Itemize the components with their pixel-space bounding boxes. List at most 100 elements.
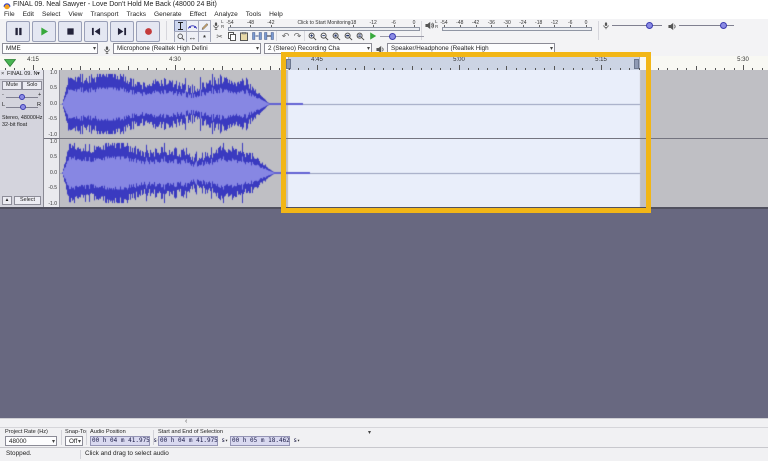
zoom-out-button[interactable] [319, 31, 330, 41]
menu-item-tools[interactable]: Tools [242, 11, 265, 18]
menu-item-select[interactable]: Select [38, 11, 64, 18]
gain-min-label: - [2, 92, 4, 98]
audio-track[interactable]: 1.00.50.0-0.5-1.0 1.00.50.0-0.5-1.0 × FI… [0, 70, 768, 207]
microphone-icon [103, 45, 111, 55]
menu-item-edit[interactable]: Edit [19, 11, 38, 18]
selection-start-field[interactable]: 00 h 04 m 41.975 s▾ [158, 436, 218, 446]
gain-slider[interactable] [6, 93, 38, 101]
chevron-down-icon[interactable]: ▾ [368, 429, 371, 436]
microphone-icon [602, 21, 610, 31]
paste-button[interactable] [238, 31, 249, 41]
recording-volume-slider[interactable] [612, 20, 662, 31]
pan-slider[interactable] [6, 103, 38, 111]
toolbar-zone: ↔ * L R -54-48-42-18-12-60 Click to Star… [0, 19, 768, 43]
stop-button[interactable] [58, 21, 82, 42]
play-at-speed-button[interactable] [367, 31, 378, 41]
timeline-ruler[interactable]: 4:154:304:455:005:155:30 [0, 56, 768, 71]
i-beam-icon [177, 22, 184, 30]
fit-selection-button[interactable] [331, 31, 342, 41]
selection-end-field[interactable]: 00 h 05 m 18.462 s▾ [230, 436, 290, 446]
chevron-down-icon[interactable]: ▾ [37, 70, 40, 79]
skip-to-end-button[interactable] [110, 21, 134, 42]
menu-bar: FileEditSelectViewTransportTracksGenerat… [0, 10, 768, 19]
playback-device-select[interactable]: Speaker/Headphone (Realtek High▾ [387, 43, 555, 54]
fit-project-icon [344, 32, 353, 41]
chevron-down-icon: ▾ [297, 438, 300, 444]
selection-range-mode-select[interactable]: Start and End of Selection [158, 429, 223, 435]
playback-meter[interactable]: L R -54-48-42-36-30-24-18-12-60 [425, 20, 595, 31]
playback-volume-thumb[interactable] [720, 22, 727, 29]
waveform-channel-right[interactable] [60, 139, 768, 207]
playback-meter-bar-left [442, 27, 592, 31]
trim-audio-button[interactable] [251, 31, 262, 41]
track-title[interactable]: FINAL 09. Ne [7, 70, 37, 79]
chevron-down-icon: ▾ [93, 44, 96, 54]
copy-button[interactable] [226, 31, 237, 41]
play-speed-slider[interactable] [380, 31, 424, 41]
zoom-in-button[interactable] [307, 31, 318, 41]
chevron-down-icon: ▾ [225, 438, 228, 444]
cut-button[interactable]: ✂ [214, 31, 225, 41]
mute-button[interactable]: Mute [2, 81, 22, 90]
title-bar: FINAL 09. Neal Sawyer - Love Don't Hold … [0, 0, 768, 10]
audio-host-select[interactable]: MME▾ [2, 43, 98, 54]
audio-position-label: Audio Position [90, 429, 126, 435]
menu-item-view[interactable]: View [64, 11, 86, 18]
recording-volume-thumb[interactable] [646, 22, 653, 29]
audio-position-field[interactable]: 00 h 04 m 41.975 s▾ [90, 436, 150, 446]
menu-item-effect[interactable]: Effect [186, 11, 211, 18]
microphone-icon [212, 21, 220, 31]
amplitude-scale-label: 1.0 [50, 70, 57, 76]
chevron-down-icon: ▾ [52, 437, 55, 446]
paste-icon [240, 32, 248, 41]
horizontal-scrollbar[interactable]: ‹ [0, 418, 768, 427]
zoom-toggle-button[interactable] [355, 31, 366, 41]
toolbar-separator [166, 21, 167, 40]
redo-button[interactable]: ↷ [292, 31, 303, 41]
vertical-ruler-left: 1.00.50.0-0.5-1.0 [44, 70, 60, 138]
undo-button[interactable]: ↶ [280, 31, 291, 41]
project-rate-select[interactable]: 48000▾ [5, 436, 57, 446]
skip-to-start-button[interactable] [84, 21, 108, 42]
pan-thumb[interactable] [20, 104, 26, 110]
pinned-playhead-icon[interactable] [4, 59, 16, 67]
collapse-track-button[interactable]: ▴ [2, 196, 12, 205]
snap-to-value: Off [69, 438, 77, 445]
menu-item-generate[interactable]: Generate [150, 11, 186, 18]
playback-volume-slider[interactable] [679, 20, 734, 31]
selection-end-value: 00 h 05 m 18.462 s [232, 437, 297, 444]
waveform-channel-left[interactable] [60, 70, 768, 138]
pause-button[interactable] [6, 21, 30, 42]
amplitude-scale-label: 1.0 [50, 139, 57, 145]
recording-device-select[interactable]: Microphone (Realtek High Defini▾ [113, 43, 261, 54]
solo-button[interactable]: Solo [22, 81, 42, 90]
snap-to-select[interactable]: Off▾ [65, 436, 83, 446]
scroll-left-arrow-icon[interactable]: ‹ [185, 418, 187, 425]
undo-icon: ↶ [282, 31, 290, 42]
menu-item-transport[interactable]: Transport [87, 11, 123, 18]
menu-item-analyze[interactable]: Analyze [210, 11, 241, 18]
play-icon [40, 27, 49, 36]
record-button[interactable] [136, 21, 160, 42]
track-select-button[interactable]: Select [14, 196, 41, 205]
fit-project-button[interactable] [343, 31, 354, 41]
menu-item-tracks[interactable]: Tracks [123, 11, 151, 18]
recording-channels-select[interactable]: 2 (Stereo) Recording Cha▾ [264, 43, 372, 54]
gain-thumb[interactable] [19, 94, 25, 100]
vertical-ruler-right: 1.00.50.0-0.5-1.0 [44, 139, 60, 207]
device-toolbar: MME▾ Microphone (Realtek High Defini▾ 2 … [0, 42, 768, 57]
play-speed-thumb[interactable] [389, 33, 396, 40]
transport-state: Stopped. [6, 450, 32, 457]
play-button[interactable] [32, 21, 56, 42]
mixer-toolbar [602, 20, 742, 31]
zoom-out-icon [320, 32, 329, 41]
time-shift-icon: ↔ [189, 33, 197, 42]
close-icon[interactable]: × [1, 70, 4, 79]
recording-meter[interactable]: L R -54-48-42-18-12-60 Click to Start Mo… [212, 20, 420, 31]
recording-device-value: Microphone (Realtek High Defini [117, 45, 208, 52]
menu-item-file[interactable]: File [0, 11, 19, 18]
silence-audio-button[interactable] [263, 31, 274, 41]
menu-item-help[interactable]: Help [265, 11, 287, 18]
monitoring-hint[interactable]: Click to Start Monitoring [297, 20, 350, 26]
timeline-label: 5:15 [595, 57, 607, 63]
